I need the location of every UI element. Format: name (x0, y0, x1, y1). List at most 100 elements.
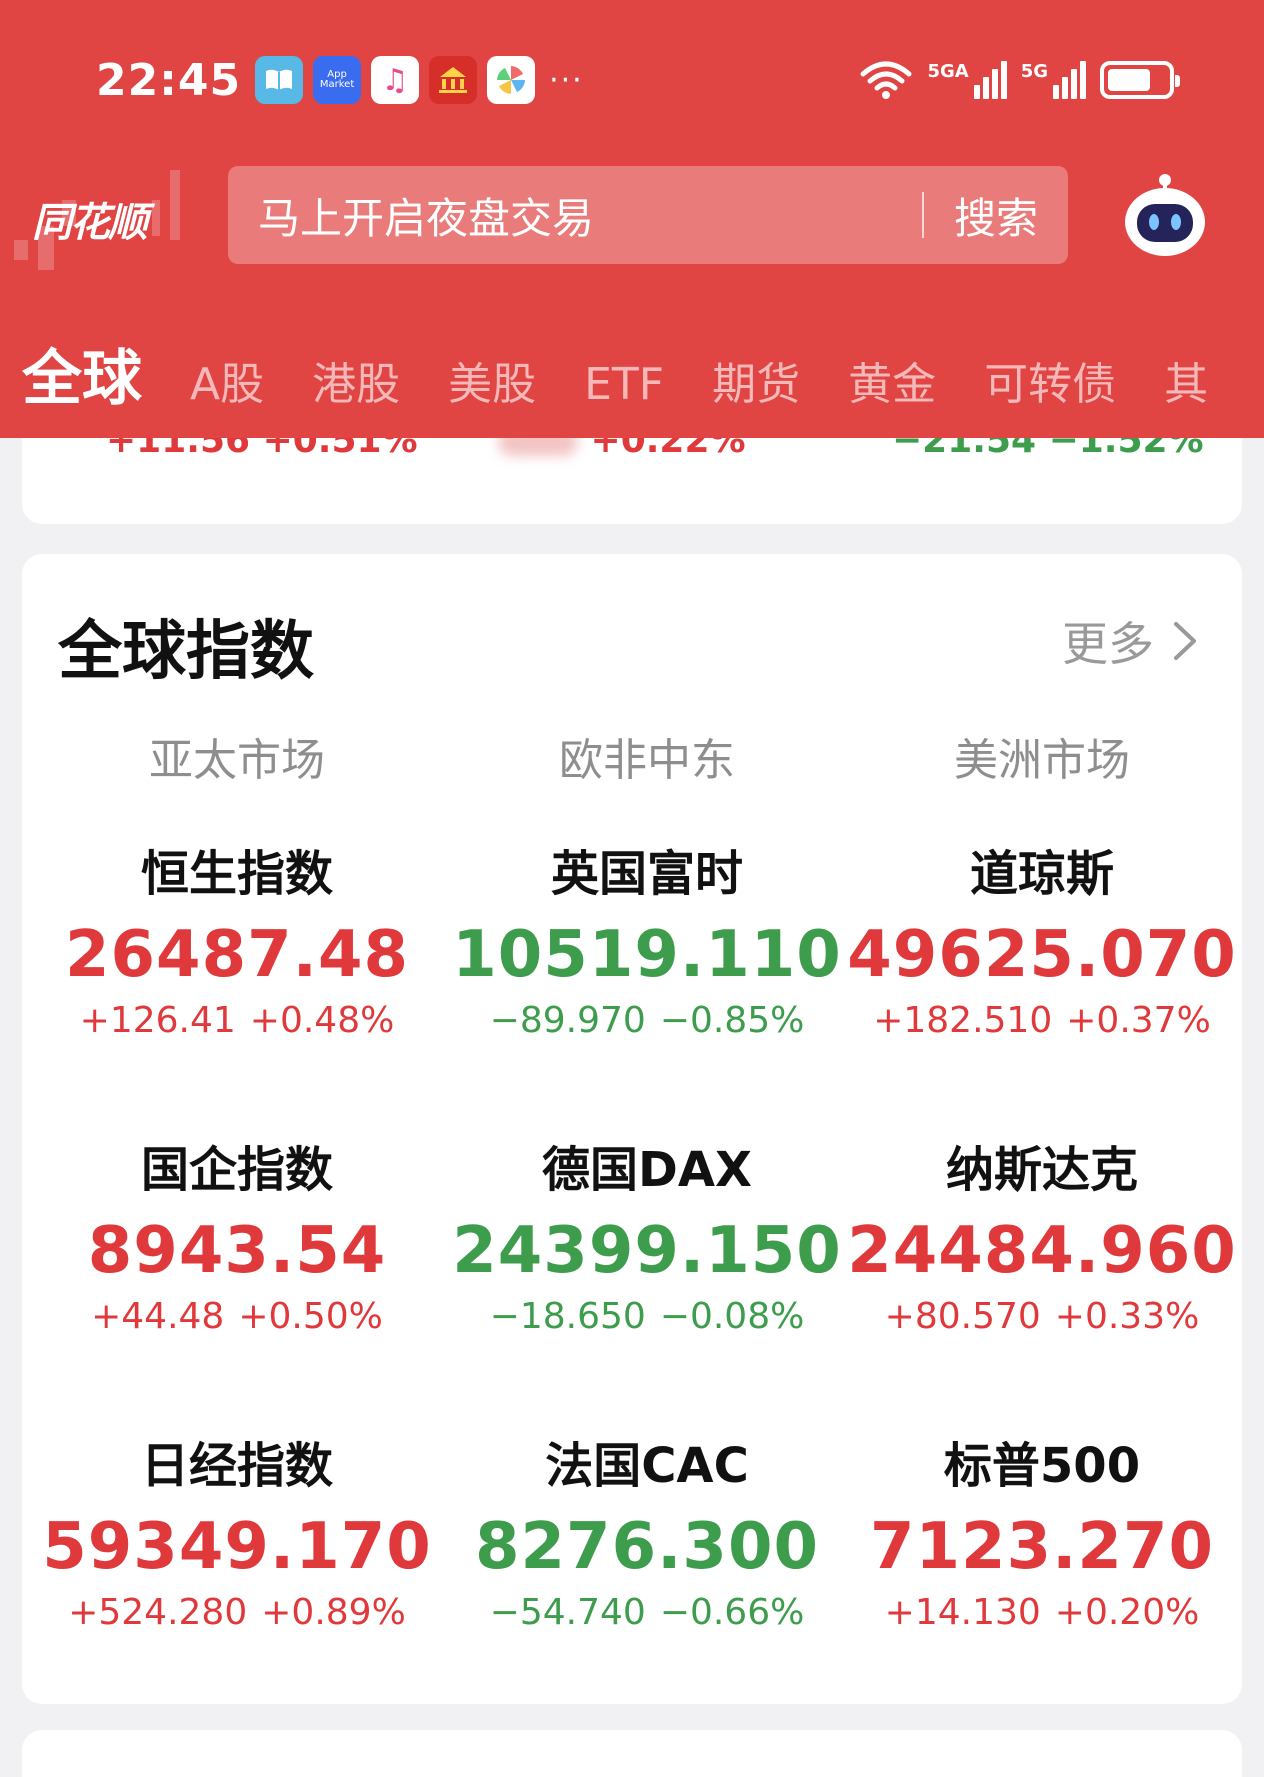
status-bar: 22:45 App Market ♫ ··· 5GA 5G (96, 40, 1180, 120)
index-change: +44.48 +0.50% (22, 1296, 452, 1337)
search-input[interactable]: 马上开启夜盘交易 (258, 185, 922, 246)
status-indicators: 5GA 5G (859, 60, 1180, 100)
signal-5ga-icon: 5GA (927, 61, 1007, 99)
index-hang-seng[interactable]: 恒生指数 26487.48 +126.41 +0.48% (22, 834, 452, 1130)
index-change-percent: +0.20% (1054, 1592, 1200, 1633)
index-name: 标普500 (943, 1438, 1141, 1494)
battery-icon (1100, 61, 1180, 99)
search-button[interactable]: 搜索 (924, 185, 1068, 246)
index-change: +80.570 +0.33% (842, 1296, 1242, 1337)
tab-gold[interactable]: 黄金 (848, 348, 936, 412)
index-change: +182.510 +0.37% (842, 1000, 1242, 1041)
index-change-percent: −0.08% (659, 1296, 805, 1337)
index-value: 26487.48 (64, 918, 410, 992)
index-change: −89.970 −0.85% (452, 1000, 842, 1041)
next-card (22, 1730, 1242, 1777)
global-indices-card: 全球指数 更多 亚太市场 欧非中东 美洲市场 恒生指数 26487.48 +12… (22, 554, 1242, 1704)
index-change: −18.650 −0.08% (452, 1296, 842, 1337)
index-change-amount: +126.41 (79, 1000, 236, 1041)
notification-app-icons: App Market ♫ (255, 56, 536, 104)
index-change-amount: +80.570 (884, 1296, 1041, 1337)
app-logo[interactable]: 同花顺 (10, 160, 190, 280)
bank-app-icon (429, 56, 478, 104)
tab-convertible-bonds[interactable]: 可转债 (984, 348, 1116, 412)
music-app-icon: ♫ (371, 56, 420, 104)
region-europe-africa-middle-east[interactable]: 欧非中东 (452, 724, 842, 788)
index-row: 国企指数 8943.54 +44.48 +0.50% 德国DAX 24399.15… (22, 1130, 1242, 1426)
index-sp500[interactable]: 标普500 7123.270 +14.130 +0.20% (842, 1426, 1242, 1722)
index-value: 59349.170 (42, 1510, 432, 1584)
region-tabs: 亚太市场 欧非中东 美洲市场 (22, 724, 1242, 788)
index-change: +126.41 +0.48% (22, 1000, 452, 1041)
tab-a-shares[interactable]: A股 (190, 348, 264, 412)
index-change: +14.130 +0.20% (842, 1592, 1242, 1633)
index-nasdaq[interactable]: 纳斯达克 24484.960 +80.570 +0.33% (842, 1130, 1242, 1426)
index-name: 纳斯达克 (945, 1142, 1138, 1198)
region-asia-pacific[interactable]: 亚太市场 (22, 724, 452, 788)
index-name: 英国富时 (550, 846, 743, 902)
index-value: 49625.070 (847, 918, 1237, 992)
index-ftse[interactable]: 英国富时 10519.110 −89.970 −0.85% (452, 834, 842, 1130)
index-name: 恒生指数 (140, 846, 333, 902)
index-change: −54.740 −0.66% (452, 1592, 842, 1633)
index-change-percent: +0.37% (1066, 1000, 1211, 1041)
more-label: 更多 (1062, 617, 1154, 671)
section-title: 全球指数 (58, 615, 314, 689)
search-bar[interactable]: 马上开启夜盘交易 搜索 (228, 166, 1068, 264)
index-grid: 恒生指数 26487.48 +126.41 +0.48% 英国富时 10519.1… (22, 834, 1242, 1722)
signal-5ga-label: 5GA (927, 61, 969, 82)
battery-level (1108, 69, 1150, 91)
index-row: 日经指数 59349.170 +524.280 +0.89% 法国CAC 8276… (22, 1426, 1242, 1722)
index-value: 24399.150 (452, 1214, 842, 1288)
index-name: 日经指数 (140, 1438, 333, 1494)
more-notifications-icon: ··· (549, 62, 584, 98)
index-hscei[interactable]: 国企指数 8943.54 +44.48 +0.50% (22, 1130, 452, 1426)
index-change-percent: +0.89% (261, 1592, 406, 1633)
index-value: 10519.110 (452, 918, 842, 992)
index-change-amount: −89.970 (489, 1000, 646, 1041)
index-change-amount: −18.650 (489, 1296, 646, 1337)
pinwheel-app-icon (487, 56, 536, 104)
index-change-amount: −54.740 (489, 1592, 646, 1633)
index-name: 国企指数 (140, 1142, 333, 1198)
logo-text: 同花顺 (32, 200, 148, 246)
wifi-icon (860, 61, 912, 99)
tab-global[interactable]: 全球 (22, 330, 142, 417)
index-change-amount: +14.130 (884, 1592, 1041, 1633)
index-change-percent: −0.85% (659, 1000, 805, 1041)
status-time: 22:45 (96, 54, 242, 106)
tab-other[interactable]: 其 (1164, 348, 1208, 412)
index-change-percent: +0.33% (1054, 1296, 1200, 1337)
region-americas[interactable]: 美洲市场 (842, 724, 1242, 788)
index-cac[interactable]: 法国CAC 8276.300 −54.740 −0.66% (452, 1426, 842, 1722)
tab-etf[interactable]: ETF (584, 359, 664, 410)
index-change-percent: +0.48% (249, 1000, 395, 1041)
book-app-icon (255, 56, 304, 104)
chevron-right-icon (1174, 622, 1196, 660)
tab-us-stocks[interactable]: 美股 (448, 348, 536, 412)
index-value: 8943.54 (87, 1214, 387, 1288)
more-button[interactable]: 更多 (1062, 608, 1202, 674)
index-name: 道琼斯 (969, 846, 1114, 902)
signal-5g-icon: 5G (1021, 61, 1086, 99)
index-dax[interactable]: 德国DAX 24399.150 −18.650 −0.08% (452, 1130, 842, 1426)
tab-futures[interactable]: 期货 (712, 348, 800, 412)
app-header: 22:45 App Market ♫ ··· 5GA 5G 同花顺 马上开启夜盘… (0, 0, 1264, 438)
market-tabs: 全球 A股 港股 美股 ETF 期货 黄金 可转债 其 (22, 330, 1256, 417)
index-change-amount: +44.48 (91, 1296, 225, 1337)
index-value: 24484.960 (847, 1214, 1237, 1288)
index-change-percent: +0.50% (238, 1296, 383, 1337)
index-change-amount: +524.280 (68, 1592, 248, 1633)
index-name: 法国CAC (545, 1438, 749, 1494)
robot-icon[interactable] (1120, 170, 1210, 260)
index-change: +524.280 +0.89% (22, 1592, 452, 1633)
tab-hk-stocks[interactable]: 港股 (312, 348, 400, 412)
index-change-amount: +182.510 (873, 1000, 1053, 1041)
index-row: 恒生指数 26487.48 +126.41 +0.48% 英国富时 10519.1… (22, 834, 1242, 1130)
index-nikkei[interactable]: 日经指数 59349.170 +524.280 +0.89% (22, 1426, 452, 1722)
index-dow-jones[interactable]: 道琼斯 49625.070 +182.510 +0.37% (842, 834, 1242, 1130)
signal-5g-label: 5G (1020, 61, 1048, 82)
index-change-percent: −0.66% (659, 1592, 805, 1633)
index-name: 德国DAX (541, 1142, 752, 1198)
app-market-icon: App Market (313, 56, 362, 104)
